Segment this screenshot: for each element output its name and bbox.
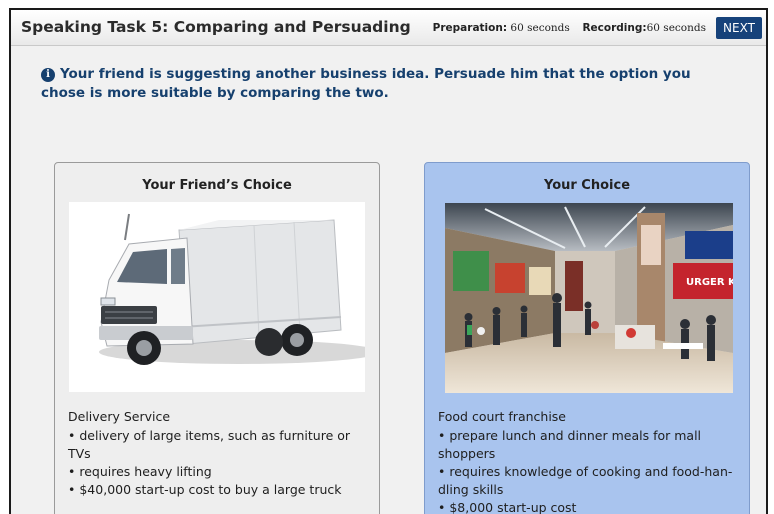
info-icon: i [41, 68, 55, 82]
your-choice-heading: Food court franchise [438, 409, 566, 424]
page-title: Speaking Task 5: Comparing and Persuadin… [21, 18, 411, 36]
list-item: prepare lunch and dinner meals for mall … [438, 427, 738, 463]
burger-king-sign-text: URGER KING [686, 277, 733, 288]
list-item: delivery of large items, such as furnitu… [68, 427, 368, 463]
preparation-label: Preparation: [432, 22, 508, 34]
task-window: Speaking Task 5: Comparing and Persuadin… [9, 8, 768, 514]
food-court-illustration: URGER KING [445, 203, 733, 393]
timing-info: Preparation: 60 seconds Recording:60 sec… [433, 22, 706, 34]
your-choice-details: Food court franchise prepare lunch and d… [438, 408, 738, 514]
friend-choice-bullets: delivery of large items, such as furnitu… [68, 427, 368, 499]
friend-choice-heading: Delivery Service [68, 409, 171, 424]
list-item: requires knowledge of cooking and food-h… [438, 463, 738, 499]
food-court-image: URGER KING [445, 203, 733, 393]
recording-label: Recording: [582, 22, 647, 34]
list-item: requires heavy lifting [68, 463, 368, 481]
next-button[interactable]: NEXT [716, 17, 762, 39]
delivery-truck-illustration [69, 202, 365, 392]
list-item: $40,000 start-up cost to buy a large tru… [68, 481, 368, 499]
prompt-text: Your friend is suggesting another busine… [41, 66, 691, 101]
friend-choice-card[interactable]: Your Friend’s Choice Delivery Service • … [54, 162, 380, 514]
recording-value: 60 seconds [646, 22, 706, 34]
delivery-truck-image [69, 202, 365, 392]
your-choice-card[interactable]: Your Choice URGER Food court franchise •… [424, 162, 750, 514]
task-header: Speaking Task 5: Comparing and Persuadin… [11, 10, 766, 46]
your-choice-title: Your Choice [543, 178, 631, 193]
your-choice-bullets: prepare lunch and dinner meals for mall … [438, 427, 738, 514]
friend-choice-title: Your Friend’s Choice [142, 178, 292, 193]
preparation-value: 60 seconds [510, 22, 570, 34]
friend-choice-details: Delivery Service delivery of large items… [68, 408, 368, 499]
list-item: $8,000 start-up cost [438, 499, 738, 514]
task-prompt: i Your friend is suggesting another busin… [41, 65, 701, 103]
